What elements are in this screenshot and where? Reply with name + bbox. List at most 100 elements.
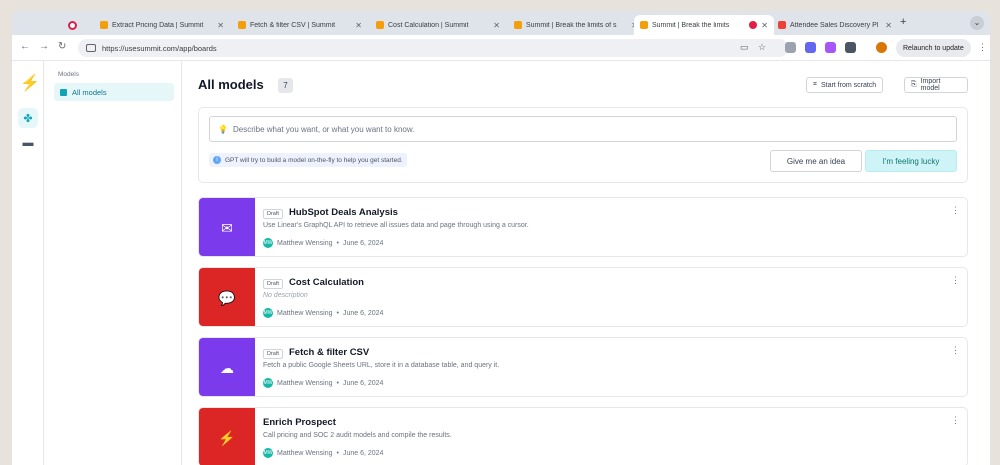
- draft-badge: Draft: [263, 349, 283, 359]
- browser-tab[interactable]: Summit | Break the limits ✕: [634, 15, 774, 35]
- new-tab-button[interactable]: +: [900, 16, 906, 28]
- model-author: Matthew Wensing: [277, 309, 333, 317]
- gpt-note-text: GPT will try to build a model on-the-fly…: [225, 156, 403, 164]
- close-tab-icon[interactable]: ✕: [885, 21, 892, 30]
- import-icon: ⎘: [911, 81, 917, 88]
- close-tab-icon[interactable]: ✕: [355, 21, 362, 30]
- sidebar-header: Models: [58, 71, 79, 78]
- close-tab-icon[interactable]: ✕: [761, 21, 768, 30]
- more-options-icon[interactable]: ⋮: [951, 205, 960, 216]
- browser-window: + ⌄ Extract Pricing Data | Summit ✕ Fetch …: [12, 11, 990, 465]
- browser-menu-icon[interactable]: ⋮: [978, 42, 987, 53]
- recording-icon: [749, 21, 758, 29]
- model-author: Matthew Wensing: [277, 379, 333, 387]
- favicon-icon: [640, 21, 648, 29]
- sidebar-item-label: All models: [72, 87, 107, 97]
- tab-title: Fetch & filter CSV | Summit: [250, 21, 336, 29]
- extensions-puzzle-icon[interactable]: [845, 42, 856, 53]
- extension-icon[interactable]: [805, 42, 816, 53]
- model-card[interactable]: ⚡ Enrich Prospect Call pricing and SOC 2…: [198, 407, 968, 465]
- model-description: Fetch a public Google Sheets URL, store …: [263, 362, 500, 369]
- grid-icon: ⌗: [813, 81, 817, 88]
- summit-logo-icon[interactable]: ⚡: [20, 73, 40, 93]
- prompt-input[interactable]: 💡 Describe what you want, or what you wa…: [209, 116, 957, 142]
- favicon-icon: [778, 21, 786, 29]
- separator: •: [336, 309, 339, 317]
- bookmark-star-icon[interactable]: ☆: [758, 42, 766, 53]
- model-description: No description: [263, 292, 308, 299]
- main-content: All models 7 ⌗ Start from scratch ⎘ Impo…: [198, 61, 968, 465]
- model-name[interactable]: Fetch & filter CSV: [289, 347, 369, 358]
- tab-title: Summit | Break the limits of s: [526, 21, 617, 29]
- relaunch-button[interactable]: Relaunch to update: [896, 39, 971, 57]
- cast-icon[interactable]: ▭: [740, 42, 749, 53]
- model-card[interactable]: ☁ Draft Fetch & filter CSV Fetch a publi…: [198, 337, 968, 397]
- extension-icon[interactable]: [785, 42, 796, 53]
- tab-title: Cost Calculation | Summit: [388, 21, 469, 29]
- model-date: June 6, 2024: [342, 449, 384, 457]
- model-card[interactable]: ✉ Draft HubSpot Deals Analysis Use Linea…: [198, 197, 968, 257]
- model-card[interactable]: 💬 Draft Cost Calculation No description …: [198, 267, 968, 327]
- more-options-icon[interactable]: ⋮: [951, 415, 960, 426]
- start-from-scratch-button[interactable]: ⌗ Start from scratch: [806, 77, 884, 93]
- favicon-icon: [68, 20, 77, 30]
- model-name[interactable]: Enrich Prospect: [263, 417, 336, 428]
- tab-strip: + ⌄ Extract Pricing Data | Summit ✕ Fetch …: [12, 11, 990, 35]
- model-meta: MW Matthew Wensing • June 6, 2024: [263, 238, 383, 248]
- import-model-button[interactable]: ⎘ Import model: [904, 77, 968, 93]
- bolt-icon: ⚡: [199, 408, 255, 465]
- site-info-icon[interactable]: [86, 44, 96, 52]
- browser-tab[interactable]: Summit | Break the limits of s✕: [508, 15, 644, 35]
- close-tab-icon[interactable]: ✕: [217, 21, 224, 30]
- avatar: MW: [263, 308, 273, 318]
- sidebar: Models All models: [44, 61, 182, 465]
- browser-toolbar: ← → ↻ https://usesummit.com/app/boards ▭…: [12, 35, 990, 61]
- page-title: All models: [198, 77, 264, 92]
- browser-tab[interactable]: Fetch & filter CSV | Summit ✕: [232, 15, 368, 35]
- cube-icon: [60, 88, 67, 96]
- model-author: Matthew Wensing: [277, 449, 333, 457]
- model-meta: MW Matthew Wensing • June 6, 2024: [263, 308, 383, 318]
- forward-icon[interactable]: →: [39, 41, 49, 52]
- favicon-icon: [376, 21, 384, 29]
- reload-icon[interactable]: ↻: [58, 41, 66, 52]
- inbox-icon: ✉: [199, 198, 255, 256]
- back-icon[interactable]: ←: [20, 41, 30, 52]
- model-meta: MW Matthew Wensing • June 6, 2024: [263, 378, 383, 388]
- model-name[interactable]: HubSpot Deals Analysis: [289, 207, 398, 218]
- models-nav-icon[interactable]: ✤: [18, 108, 38, 128]
- archive-nav-icon[interactable]: ▬: [18, 133, 38, 153]
- sidebar-item-all-models[interactable]: All models: [54, 83, 174, 101]
- browser-tab[interactable]: Extract Pricing Data | Summit ✕: [94, 15, 230, 35]
- start-from-scratch-label: Start from scratch: [820, 81, 877, 89]
- profile-avatar[interactable]: [876, 42, 887, 53]
- more-options-icon[interactable]: ⋮: [951, 275, 960, 286]
- model-count-badge: 7: [278, 78, 293, 93]
- favicon-icon: [238, 21, 246, 29]
- more-options-icon[interactable]: ⋮: [951, 345, 960, 356]
- give-me-an-idea-button[interactable]: Give me an idea: [770, 150, 862, 172]
- model-name[interactable]: Cost Calculation: [289, 277, 364, 288]
- chat-icon: 💬: [199, 268, 255, 326]
- browser-tab[interactable]: [62, 15, 90, 35]
- close-tab-icon[interactable]: ✕: [493, 21, 500, 30]
- tab-search-icon[interactable]: ⌄: [970, 16, 984, 30]
- app-rail: ⚡ ✤ ▬: [12, 61, 44, 465]
- model-author: Matthew Wensing: [277, 239, 333, 247]
- browser-tab[interactable]: Cost Calculation | Summit ✕: [370, 15, 506, 35]
- draft-badge: Draft: [263, 209, 283, 219]
- prompt-placeholder: Describe what you want, or what you want…: [232, 124, 415, 134]
- info-icon: i: [213, 156, 221, 164]
- address-bar[interactable]: https://usesummit.com/app/boards: [78, 39, 788, 57]
- import-model-label: Import model: [920, 78, 941, 92]
- browser-tab[interactable]: Attendee Sales Discovery Pl ✕: [772, 15, 898, 35]
- model-meta: MW Matthew Wensing • June 6, 2024: [263, 448, 383, 458]
- separator: •: [336, 239, 339, 247]
- url-text: https://usesummit.com/app/boards: [102, 43, 217, 53]
- tab-title: Attendee Sales Discovery Pl: [790, 21, 879, 29]
- extension-icon[interactable]: [825, 42, 836, 53]
- feeling-lucky-button[interactable]: I'm feeling lucky: [865, 150, 957, 172]
- model-description: Call pricing and SOC 2 audit models and …: [263, 432, 452, 439]
- gpt-note: i GPT will try to build a model on-the-f…: [209, 153, 407, 167]
- tab-title: Extract Pricing Data | Summit: [112, 21, 204, 29]
